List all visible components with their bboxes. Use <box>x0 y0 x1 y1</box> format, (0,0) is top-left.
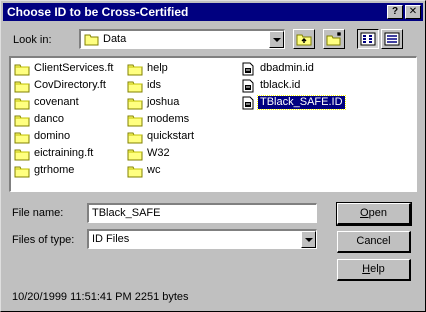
folder-item[interactable]: CovDirectory.ft <box>14 78 126 94</box>
folder-item[interactable]: help <box>127 61 239 77</box>
file-item-label: ClientServices.ft <box>34 62 114 74</box>
file-name-value: TBlack_SAFE <box>92 207 161 219</box>
look-in-value: Data <box>103 33 127 45</box>
file-item-label: wc <box>147 164 161 176</box>
folder-item[interactable]: gtrhome <box>14 163 126 179</box>
help-button-label: Help <box>362 263 385 275</box>
file-item-label: ids <box>147 79 162 91</box>
create-new-folder-button[interactable] <box>323 29 345 49</box>
id-file-item[interactable]: TBlack_SAFE.ID <box>240 95 352 111</box>
cancel-button-label: Cancel <box>356 235 391 247</box>
folder-item[interactable]: danco <box>14 112 126 128</box>
file-item-label: CovDirectory.ft <box>34 79 106 91</box>
list-view-button[interactable] <box>357 29 379 49</box>
folder-item[interactable]: W32 <box>127 146 239 162</box>
file-item-label: domino <box>34 130 71 142</box>
title-bar[interactable]: Choose ID to be Cross-Certified ? ✕ <box>3 3 423 21</box>
file-item-label: help <box>147 62 168 74</box>
file-list[interactable]: ClientServices.ft CovDirectory.ft covenant… <box>9 56 417 192</box>
file-name-label: File name: <box>12 207 64 219</box>
close-button[interactable]: ✕ <box>405 5 421 19</box>
open-button[interactable]: Open <box>336 202 412 226</box>
file-type-select[interactable]: ID Files <box>87 229 317 249</box>
folder-item[interactable]: eictraining.ft <box>14 146 126 162</box>
details-view-button[interactable] <box>381 29 403 49</box>
folder-item[interactable]: wc <box>127 163 239 179</box>
folder-item[interactable]: covenant <box>14 95 126 111</box>
file-item-label: danco <box>34 113 64 125</box>
list-view-icon <box>360 32 376 46</box>
file-type-label: Files of type: <box>12 234 75 246</box>
file-item-label: quickstart <box>147 130 195 142</box>
look-in-combo[interactable]: Data <box>79 29 285 49</box>
look-in-label: Look in: <box>13 34 52 46</box>
id-file-item[interactable]: tblack.id <box>240 78 352 94</box>
help-button[interactable]: Help <box>337 259 411 281</box>
file-item-label: modems <box>147 113 190 125</box>
folder-icon <box>84 33 100 49</box>
file-item-label: dbadmin.id <box>260 62 314 74</box>
file-item-label: TBlack_SAFE.ID <box>257 95 346 110</box>
up-folder-icon <box>296 34 312 46</box>
file-item-label: covenant <box>34 96 79 108</box>
folder-item[interactable]: ids <box>127 78 239 94</box>
file-item-label: gtrhome <box>34 164 75 176</box>
open-button-label: Open <box>360 207 387 219</box>
folder-item[interactable]: modems <box>127 112 239 128</box>
help-title-button[interactable]: ? <box>387 5 403 19</box>
file-item-label: tblack.id <box>260 79 301 91</box>
up-one-level-button[interactable] <box>293 29 315 49</box>
window-title: Choose ID to be Cross-Certified <box>7 5 189 19</box>
folder-item[interactable]: quickstart <box>127 129 239 145</box>
chevron-down-icon[interactable] <box>269 31 284 48</box>
file-item-label: W32 <box>147 147 170 159</box>
file-type-value: ID Files <box>92 233 130 245</box>
folder-item[interactable]: ClientServices.ft <box>14 61 126 77</box>
file-info-status: 10/20/1999 11:51:41 PM 2251 bytes <box>12 291 189 303</box>
details-view-icon <box>384 32 400 46</box>
new-folder-icon <box>326 32 341 46</box>
chevron-down-icon[interactable] <box>301 231 316 248</box>
folder-item[interactable]: domino <box>14 129 126 145</box>
cancel-button[interactable]: Cancel <box>337 231 411 253</box>
folder-item[interactable]: joshua <box>127 95 239 111</box>
file-name-input[interactable]: TBlack_SAFE <box>87 203 317 223</box>
file-item-label: joshua <box>147 96 180 108</box>
choose-id-dialog: Choose ID to be Cross-Certified ? ✕ Look… <box>0 0 426 312</box>
id-file-item[interactable]: dbadmin.id <box>240 61 352 77</box>
file-item-label: eictraining.ft <box>34 147 94 159</box>
